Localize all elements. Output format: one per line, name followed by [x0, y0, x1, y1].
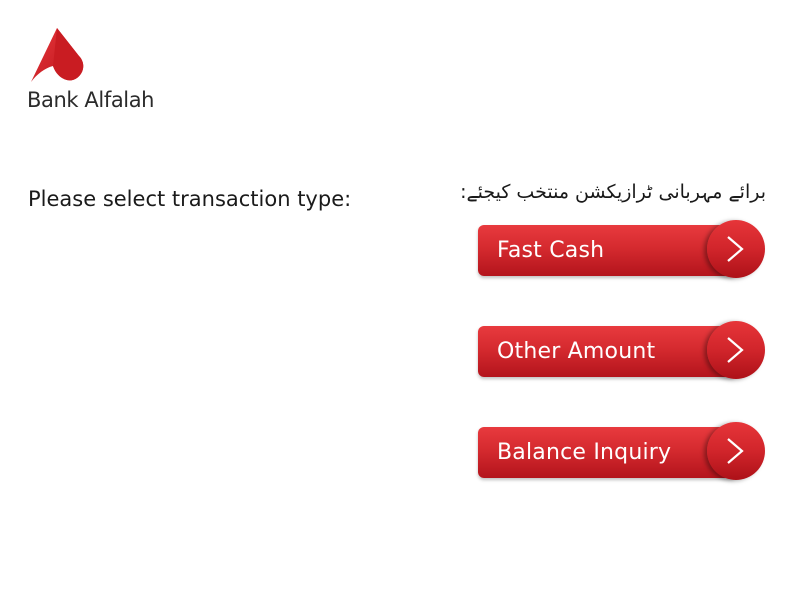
chevron-right-icon[interactable]: [707, 220, 765, 278]
chevron-right-icon[interactable]: [707, 422, 765, 480]
prompt-urdu: برائے مہربانی ٹرازیکشن منتخب کیجئے:: [460, 181, 766, 203]
prompt-english: Please select transaction type:: [28, 187, 352, 211]
balance-inquiry-label: Balance Inquiry: [497, 440, 672, 465]
fast-cash-label: Fast Cash: [497, 238, 605, 263]
fast-cash-button[interactable]: Fast Cash: [478, 220, 766, 280]
balance-inquiry-button[interactable]: Balance Inquiry: [478, 422, 766, 482]
other-amount-button[interactable]: Other Amount: [478, 321, 766, 381]
bank-logo: Bank Alfalah: [27, 28, 167, 118]
alfalah-logo-icon: [31, 28, 84, 82]
other-amount-label: Other Amount: [497, 339, 656, 364]
chevron-right-icon[interactable]: [707, 321, 765, 379]
bank-name: Bank Alfalah: [27, 88, 155, 112]
